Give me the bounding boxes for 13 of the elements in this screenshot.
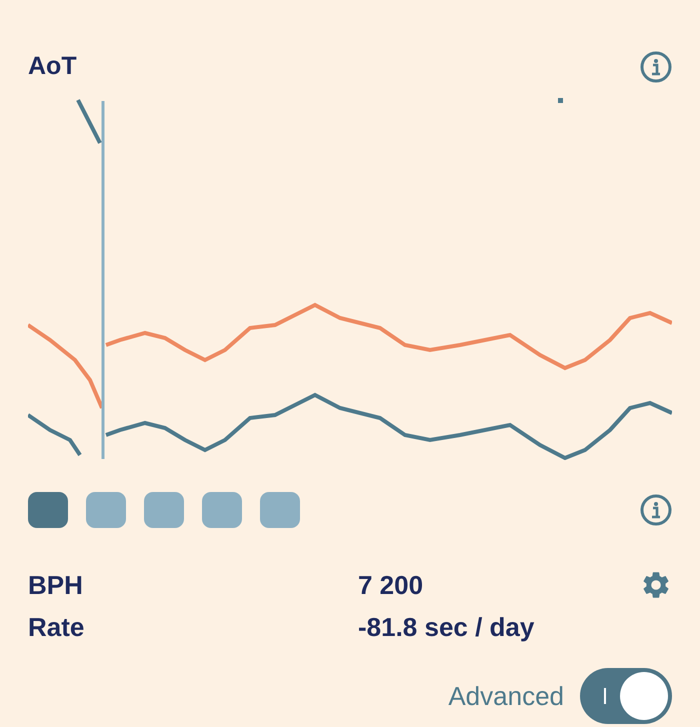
advanced-label: Advanced bbox=[448, 680, 564, 712]
reading-value: -81.8 sec / day bbox=[358, 610, 534, 644]
trace-line bbox=[28, 413, 82, 456]
reading-label: BPH bbox=[28, 568, 84, 602]
chart-title: AoT bbox=[28, 51, 77, 82]
reading-label: Rate bbox=[28, 610, 86, 644]
info-icon[interactable] bbox=[640, 494, 672, 526]
trace-line bbox=[76, 99, 102, 144]
toggle-knob bbox=[620, 672, 668, 720]
info-icon[interactable] bbox=[640, 51, 672, 83]
reading-value: 7 200 bbox=[358, 568, 424, 602]
on-indicator-icon bbox=[604, 688, 606, 704]
segment-button[interactable] bbox=[28, 492, 68, 528]
